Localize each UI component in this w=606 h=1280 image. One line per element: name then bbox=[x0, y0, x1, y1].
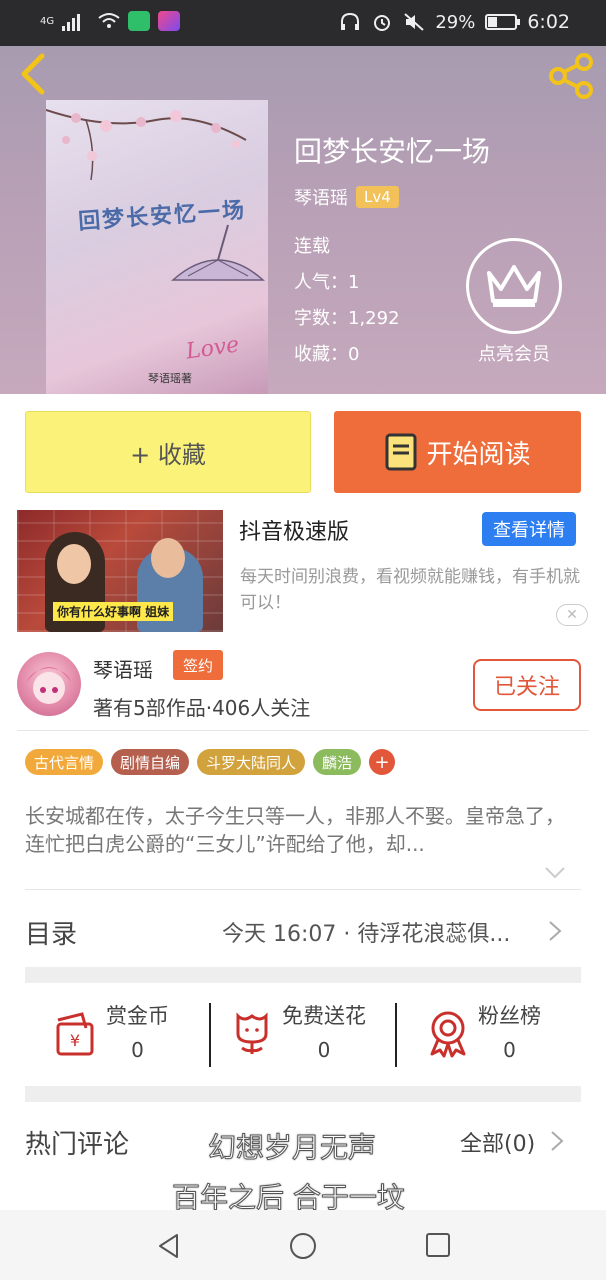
send-flower-button[interactable]: 免费送花 0 bbox=[228, 1000, 366, 1068]
toc-latest-chapter[interactable]: 今天 16:07 · 待浮花浪蕊俱... bbox=[222, 916, 542, 948]
nav-recent-apps-icon[interactable] bbox=[425, 1232, 451, 1258]
author-card-name[interactable]: 琴语瑶 bbox=[93, 654, 153, 683]
medal-icon bbox=[430, 1011, 466, 1058]
network-label: 4G bbox=[40, 15, 55, 27]
divider bbox=[17, 730, 589, 731]
ad-image[interactable]: 你有什么好事啊 姐妹 bbox=[17, 510, 223, 632]
ad-title[interactable]: 抖音极速版 bbox=[239, 514, 349, 546]
author-name[interactable]: 琴语瑶 bbox=[294, 184, 348, 210]
ad-image-caption: 你有什么好事啊 姐妹 bbox=[53, 602, 174, 621]
toc-label[interactable]: 目录 bbox=[25, 914, 77, 951]
add-tag-button[interactable]: + bbox=[369, 749, 396, 775]
signed-badge: 签约 bbox=[173, 650, 223, 680]
stat-label: 赏金币 bbox=[106, 1004, 169, 1028]
umbrella-illustration bbox=[171, 224, 265, 281]
ad-description: 每天时间别浪费，看视频就能赚钱，有手机就可以！ bbox=[240, 567, 580, 613]
battery-icon bbox=[485, 14, 521, 30]
clock: 6:02 bbox=[527, 11, 570, 33]
author-row: 琴语瑶 Lv4 bbox=[294, 184, 399, 210]
headphones-icon bbox=[341, 12, 360, 30]
tag-chip[interactable]: 剧情自编 bbox=[111, 749, 190, 775]
collect-button[interactable]: + 收藏 bbox=[25, 411, 311, 493]
stat-value: 0 bbox=[503, 1038, 516, 1062]
fan-ranking-button[interactable]: 粉丝榜 0 bbox=[424, 1000, 541, 1068]
stat-label: 粉丝榜 bbox=[478, 1004, 541, 1028]
synopsis[interactable]: 长安城都在传，太子今生只等一人，非那人不娶。皇帝急了，连忙把白虎公爵的“三女儿”… bbox=[25, 802, 581, 858]
cover-author: 琴语瑶著 bbox=[148, 372, 192, 385]
popularity: 人气：1 bbox=[294, 272, 360, 293]
start-reading-button[interactable]: 开始阅读 bbox=[334, 411, 581, 493]
book-cover[interactable]: 回梦长安忆一场 Love 琴语瑶著 bbox=[46, 100, 268, 394]
mute-icon bbox=[404, 13, 424, 31]
reward-coin-icon: ¥ bbox=[56, 1012, 94, 1056]
system-navigation-bar bbox=[0, 1210, 606, 1280]
tag-list: 古代言情 剧情自编 斗罗大陆同人 麟浩 + bbox=[25, 749, 396, 775]
nav-home-icon[interactable] bbox=[289, 1232, 317, 1260]
vip-label: 点亮会员 bbox=[478, 344, 550, 365]
vip-button[interactable]: 点亮会员 bbox=[466, 238, 562, 366]
chevron-right-icon[interactable] bbox=[548, 920, 562, 942]
tag-chip[interactable]: 斗罗大陆同人 bbox=[197, 749, 306, 775]
stat-value: 0 bbox=[131, 1038, 144, 1062]
favorites-count: 收藏：0 bbox=[294, 344, 360, 365]
stat-value: 0 bbox=[317, 1038, 331, 1062]
tag-chip[interactable]: 麟浩 bbox=[313, 749, 362, 775]
divider bbox=[25, 889, 581, 890]
book-title: 回梦长安忆一场 bbox=[294, 135, 491, 168]
status-bar: 4G 29% 6:02 bbox=[0, 0, 606, 46]
follow-button[interactable]: 已关注 bbox=[473, 659, 581, 711]
serial-status: 连载 bbox=[294, 236, 330, 257]
section-separator bbox=[25, 1086, 581, 1102]
level-badge: Lv4 bbox=[356, 186, 399, 208]
nav-back-icon[interactable] bbox=[155, 1232, 183, 1260]
gallery-notification-icon bbox=[158, 11, 181, 31]
word-count: 字数：1,292 bbox=[294, 308, 400, 329]
chevron-right-icon[interactable] bbox=[550, 1130, 564, 1152]
divider bbox=[209, 1003, 211, 1067]
all-comments-link[interactable]: 全部(0) bbox=[460, 1126, 535, 1158]
cover-love-script: Love bbox=[184, 332, 241, 365]
wifi-icon bbox=[98, 13, 120, 28]
crown-icon bbox=[466, 238, 562, 334]
start-reading-label: 开始阅读 bbox=[426, 439, 531, 470]
battery-percent: 29% bbox=[435, 11, 476, 33]
section-separator bbox=[25, 967, 581, 983]
ad-details-button[interactable]: 查看详情 bbox=[482, 512, 576, 546]
divider bbox=[395, 1003, 397, 1067]
svg-text:¥: ¥ bbox=[70, 1031, 80, 1050]
share-icon[interactable] bbox=[548, 52, 596, 100]
reward-coin-button[interactable]: ¥ 赏金币 0 bbox=[52, 1000, 169, 1068]
back-arrow-icon[interactable] bbox=[14, 52, 54, 96]
author-stats: 著有5部作品·406人关注 bbox=[93, 696, 311, 720]
book-icon bbox=[385, 433, 417, 471]
tag-chip[interactable]: 古代言情 bbox=[25, 749, 104, 775]
alarm-icon bbox=[374, 15, 391, 31]
hot-comments-label: 热门评论 bbox=[25, 1130, 130, 1160]
chevron-down-icon[interactable] bbox=[544, 866, 566, 880]
book-header: 回梦长安忆一场 Love 琴语瑶著 回梦长安忆一场 琴语瑶 Lv4 连载 人气：… bbox=[0, 46, 606, 394]
stat-label: 免费送花 bbox=[282, 1004, 366, 1028]
app-notification-icon bbox=[128, 11, 151, 31]
lyric-overlay-line1: 幻想岁月无声 bbox=[207, 1131, 377, 1165]
flower-icon bbox=[236, 1012, 268, 1054]
ad-close-button[interactable]: ✕ bbox=[556, 604, 588, 626]
avatar[interactable] bbox=[17, 652, 81, 716]
signal-icon bbox=[62, 11, 90, 31]
